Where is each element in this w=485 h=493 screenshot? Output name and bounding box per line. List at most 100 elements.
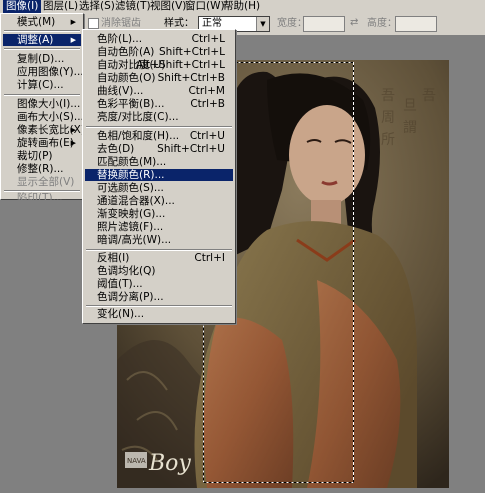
menu-item-invert[interactable]: 反相(I) Ctrl+I [85, 252, 233, 264]
menu-item-levels[interactable]: 色阶(L)... Ctrl+L [85, 33, 233, 45]
svg-text:所: 所 [381, 132, 395, 148]
menu-item-trim-label: 修整(R)... [17, 163, 64, 175]
menu-item-auto-levels[interactable]: 自动色阶(A) Shift+Ctrl+L [85, 46, 233, 58]
menu-item-levels-label: 色阶(L)... [97, 33, 143, 45]
menu-item-apply-image[interactable]: 应用图像(Y)... [3, 66, 84, 78]
menu-item-threshold-label: 阈值(T)... [97, 278, 143, 290]
menu-separator [4, 30, 80, 32]
menu-item-image-size-label: 图像大小(I)... [17, 98, 81, 110]
menu-item-match-color[interactable]: 匹配颜色(M)... [85, 156, 233, 168]
chevron-down-icon[interactable]: ▼ [256, 17, 269, 31]
menu-item-desaturate[interactable]: 去色(D) Shift+Ctrl+U [85, 143, 233, 155]
menu-item-invert-label: 反相(I) [97, 252, 130, 264]
menu-item-auto-levels-label: 自动色阶(A) [97, 46, 155, 58]
menu-item-levels-shortcut: Ctrl+L [191, 33, 225, 45]
menu-item-invert-shortcut: Ctrl+I [194, 252, 225, 264]
menu-item-mode[interactable]: 模式(M) ▶ [3, 16, 81, 28]
swap-icon[interactable]: ⇄ [350, 17, 358, 28]
menu-item-reveal-all: 显示全部(V) [3, 176, 81, 188]
menu-item-desaturate-label: 去色(D) [97, 143, 135, 155]
logo-big-text: Boy [148, 451, 191, 476]
menu-item-pixel-aspect[interactable]: 像素长宽比(X) ▶ [3, 124, 85, 136]
menu-item-equalize-label: 色调均化(Q) [97, 265, 156, 277]
menu-item-auto-levels-shortcut: Shift+Ctrl+L [159, 46, 225, 58]
menu-item-trim[interactable]: 修整(R)... [3, 163, 81, 175]
submenu-arrow-icon: ▶ [70, 139, 76, 147]
menu-item-replace-color-label: 替换颜色(R)... [97, 169, 165, 181]
menu-item-auto-contrast-shortcut: Alt+Shift+Ctrl+L [135, 59, 225, 71]
menu-item-adjust-label: 调整(A) [17, 34, 54, 46]
menu-item-rotate-canvas[interactable]: 旋转画布(E) ▶ [3, 137, 81, 149]
menu-item-canvas-size-label: 画布大小(S)... [17, 111, 84, 123]
menu-item-mode-label: 模式(M) [17, 16, 56, 28]
logo-small-text: NAVA [127, 457, 146, 465]
image-menu: 模式(M) ▶ 调整(A) ▶ 复制(D)... 应用图像(Y)... 计算(C… [0, 13, 85, 204]
menu-item-selective-color[interactable]: 可选颜色(S)... [85, 182, 233, 194]
menu-item-hue-saturation-shortcut: Ctrl+U [189, 130, 225, 142]
menu-image[interactable]: 图像(I) [3, 0, 42, 13]
adjust-submenu: 色阶(L)... Ctrl+L 自动色阶(A) Shift+Ctrl+L 自动对… [82, 29, 236, 310]
menu-item-channel-mixer-label: 通道混合器(X)... [97, 195, 175, 207]
menu-layer[interactable]: 图层(L) [40, 0, 81, 13]
svg-text:旦: 旦 [403, 98, 417, 114]
menu-item-apply-image-label: 应用图像(Y)... [17, 66, 84, 78]
adjust-submenu-tail: 变化(N)... [82, 307, 236, 324]
menu-item-channel-mixer[interactable]: 通道混合器(X)... [85, 195, 233, 207]
menu-item-duplicate-label: 复制(D)... [17, 53, 65, 65]
menu-item-color-balance-shortcut: Ctrl+B [190, 98, 225, 110]
menu-item-calculations-label: 计算(C)... [17, 79, 64, 91]
menu-item-photo-filter[interactable]: 照片滤镜(F)... [85, 221, 233, 233]
height-field[interactable] [395, 16, 437, 32]
menu-item-variations[interactable]: 变化(N)... [85, 308, 233, 320]
menu-item-calculations[interactable]: 计算(C)... [3, 79, 81, 91]
height-label: 高度： [367, 18, 397, 29]
submenu-arrow-icon: ▶ [70, 18, 76, 26]
menu-item-curves-label: 曲线(V)... [97, 85, 144, 97]
menu-item-canvas-size[interactable]: 画布大小(S)... [3, 111, 84, 123]
menu-item-curves-shortcut: Ctrl+M [188, 85, 225, 97]
menu-separator [4, 94, 80, 96]
menu-item-variations-label: 变化(N)... [97, 308, 145, 320]
menu-item-gradient-map-label: 渐变映射(G)... [97, 208, 166, 220]
menu-item-hue-saturation-label: 色相/饱和度(H)... [97, 130, 180, 142]
menu-item-photo-filter-label: 照片滤镜(F)... [97, 221, 164, 233]
menu-item-duplicate[interactable]: 复制(D)... [3, 53, 81, 65]
menu-item-selective-color-label: 可选颜色(S)... [97, 182, 164, 194]
svg-text:謂: 謂 [403, 120, 417, 136]
menu-item-auto-color-shortcut: Shift+Ctrl+B [157, 72, 225, 84]
menu-item-brightness-contrast[interactable]: 亮度/对比度(C)... [85, 111, 233, 123]
menu-item-color-balance[interactable]: 色彩平衡(B)... Ctrl+B [85, 98, 233, 110]
menu-item-shadow-highlight[interactable]: 暗调/高光(W)... [85, 234, 233, 246]
menu-item-gradient-map[interactable]: 渐变映射(G)... [85, 208, 233, 220]
svg-text:周: 周 [381, 110, 395, 126]
menu-separator [86, 249, 232, 251]
menu-item-replace-color[interactable]: 替换颜色(R)... [85, 169, 233, 181]
menu-item-trap-label: 陷印(T)... [17, 192, 63, 204]
menu-item-auto-contrast[interactable]: 自动对比度(U) Alt+Shift+Ctrl+L [85, 59, 233, 71]
menu-item-auto-color-label: 自动颜色(O) [97, 72, 156, 84]
menu-item-match-color-label: 匹配颜色(M)... [97, 156, 167, 168]
menu-bar: 图像(I) 图层(L) 选择(S) 滤镜(T) 视图(V) 窗口(W) 帮助(H… [0, 0, 485, 13]
width-field[interactable] [303, 16, 345, 32]
menu-item-auto-color[interactable]: 自动颜色(O) Shift+Ctrl+B [85, 72, 233, 84]
menu-item-trap: 陷印(T)... [3, 192, 81, 204]
menu-item-posterize[interactable]: 色调分离(P)... [85, 291, 233, 303]
menu-item-equalize[interactable]: 色调均化(Q) [85, 265, 233, 277]
menu-item-hue-saturation[interactable]: 色相/饱和度(H)... Ctrl+U [85, 130, 233, 142]
menu-item-curves[interactable]: 曲线(V)... Ctrl+M [85, 85, 233, 97]
antialias-checkbox[interactable] [88, 18, 99, 29]
menu-help[interactable]: 帮助(H) [220, 0, 263, 13]
menu-separator [86, 126, 232, 128]
menu-item-posterize-label: 色调分离(P)... [97, 291, 164, 303]
menu-item-desaturate-shortcut: Shift+Ctrl+U [157, 143, 225, 155]
menu-separator [4, 48, 80, 50]
menu-item-crop[interactable]: 裁切(P) [3, 150, 81, 162]
svg-text:吾: 吾 [381, 88, 395, 104]
menu-item-image-size[interactable]: 图像大小(I)... [3, 98, 81, 110]
menu-item-threshold[interactable]: 阈值(T)... [85, 278, 233, 290]
svg-text:吾: 吾 [422, 88, 436, 104]
menu-item-adjust[interactable]: 调整(A) ▶ [3, 34, 81, 46]
menu-item-color-balance-label: 色彩平衡(B)... [97, 98, 165, 110]
menu-item-shadow-highlight-label: 暗调/高光(W)... [97, 234, 172, 246]
submenu-arrow-icon: ▶ [70, 36, 76, 44]
